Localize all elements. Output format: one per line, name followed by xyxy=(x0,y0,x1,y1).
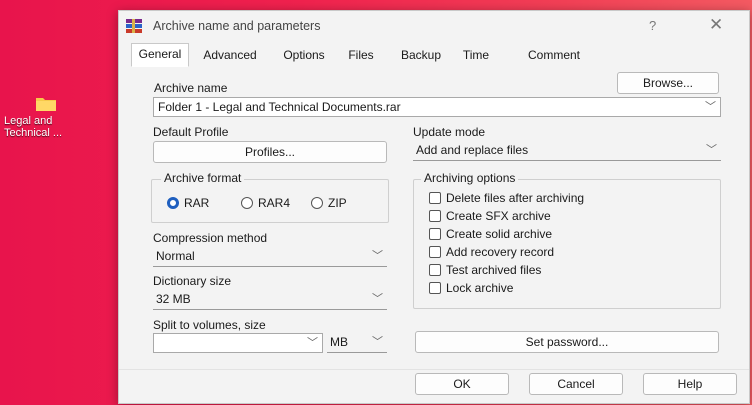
radio-rar4[interactable] xyxy=(241,197,253,209)
tab-time[interactable]: Time xyxy=(453,45,499,66)
split-volumes-label: Split to volumes, size xyxy=(153,318,266,332)
checkbox-test-files-label[interactable]: Test archived files xyxy=(446,263,541,277)
radio-rar4-label[interactable]: RAR4 xyxy=(258,196,290,210)
radio-zip[interactable] xyxy=(311,197,323,209)
tab-options[interactable]: Options xyxy=(271,45,337,66)
ok-button[interactable]: OK xyxy=(415,373,509,395)
chevron-down-icon: ﹀ xyxy=(706,144,717,156)
compression-method-value: Normal xyxy=(156,249,195,263)
chevron-down-icon: ﹀ xyxy=(372,293,383,305)
checkbox-lock-archive[interactable] xyxy=(429,282,441,294)
close-icon[interactable]: ✕ xyxy=(709,15,723,35)
radio-zip-label[interactable]: ZIP xyxy=(328,196,347,210)
help-title-button[interactable]: ? xyxy=(649,18,656,33)
split-unit-value: MB xyxy=(330,335,348,349)
checkbox-create-solid[interactable] xyxy=(429,228,441,240)
chevron-down-icon: ﹀ xyxy=(372,250,383,262)
dictionary-size-label: Dictionary size xyxy=(153,274,232,288)
archive-format-label: Archive format xyxy=(161,171,245,185)
update-mode-value: Add and replace files xyxy=(416,143,529,157)
general-panel: Archive name Browse... Folder 1 - Legal … xyxy=(131,67,737,367)
archive-name-input[interactable]: Folder 1 - Legal and Technical Documents… xyxy=(153,97,721,117)
split-volumes-input[interactable]: ﹀ xyxy=(153,333,323,353)
dictionary-size-select[interactable]: 32 MB ﹀ xyxy=(153,290,387,310)
tab-general[interactable]: General xyxy=(131,43,189,67)
chevron-down-icon[interactable]: ﹀ xyxy=(705,98,716,116)
tab-strip: General Advanced Options Files Backup Ti… xyxy=(131,43,737,68)
checkbox-create-sfx[interactable] xyxy=(429,210,441,222)
winrar-icon xyxy=(126,19,142,33)
checkbox-recovery-record[interactable] xyxy=(429,246,441,258)
cancel-button[interactable]: Cancel xyxy=(529,373,623,395)
chevron-down-icon[interactable]: ﹀ xyxy=(307,334,318,352)
checkbox-create-sfx-label[interactable]: Create SFX archive xyxy=(446,209,551,223)
set-password-button[interactable]: Set password... xyxy=(415,331,719,353)
compression-method-label: Compression method xyxy=(153,231,268,245)
archive-name-value: Folder 1 - Legal and Technical Documents… xyxy=(158,100,401,114)
update-mode-label: Update mode xyxy=(413,125,486,139)
desktop-icon-label[interactable]: Legal and Technical ... xyxy=(4,115,100,139)
profiles-button[interactable]: Profiles... xyxy=(153,141,387,163)
title-bar[interactable]: Archive name and parameters ? ✕ xyxy=(119,11,749,41)
browse-button[interactable]: Browse... xyxy=(617,72,719,94)
chevron-down-icon: ﹀ xyxy=(372,336,383,348)
footer-divider xyxy=(119,369,749,370)
default-profile-label: Default Profile xyxy=(153,125,229,139)
split-unit-select[interactable]: MB ﹀ xyxy=(327,333,387,353)
update-mode-select[interactable]: Add and replace files ﹀ xyxy=(413,141,721,161)
help-button[interactable]: Help xyxy=(643,373,737,395)
tab-comment[interactable]: Comment xyxy=(511,45,597,66)
radio-rar-label[interactable]: RAR xyxy=(184,196,209,210)
checkbox-delete-files[interactable] xyxy=(429,192,441,204)
tab-backup[interactable]: Backup xyxy=(389,45,453,66)
dictionary-size-value: 32 MB xyxy=(156,292,191,306)
tab-advanced[interactable]: Advanced xyxy=(191,45,269,66)
archive-dialog: Archive name and parameters ? ✕ General … xyxy=(118,10,750,404)
archive-name-label: Archive name xyxy=(154,81,228,95)
window-title: Archive name and parameters xyxy=(153,19,321,33)
compression-method-select[interactable]: Normal ﹀ xyxy=(153,247,387,267)
radio-rar[interactable] xyxy=(167,197,179,209)
checkbox-create-solid-label[interactable]: Create solid archive xyxy=(446,227,552,241)
checkbox-test-files[interactable] xyxy=(429,264,441,276)
checkbox-delete-files-label[interactable]: Delete files after archiving xyxy=(446,191,584,205)
checkbox-lock-archive-label[interactable]: Lock archive xyxy=(446,281,513,295)
checkbox-recovery-record-label[interactable]: Add recovery record xyxy=(446,245,554,259)
tab-files[interactable]: Files xyxy=(339,45,383,66)
folder-icon[interactable] xyxy=(36,96,56,111)
archiving-options-label: Archiving options xyxy=(421,171,519,185)
